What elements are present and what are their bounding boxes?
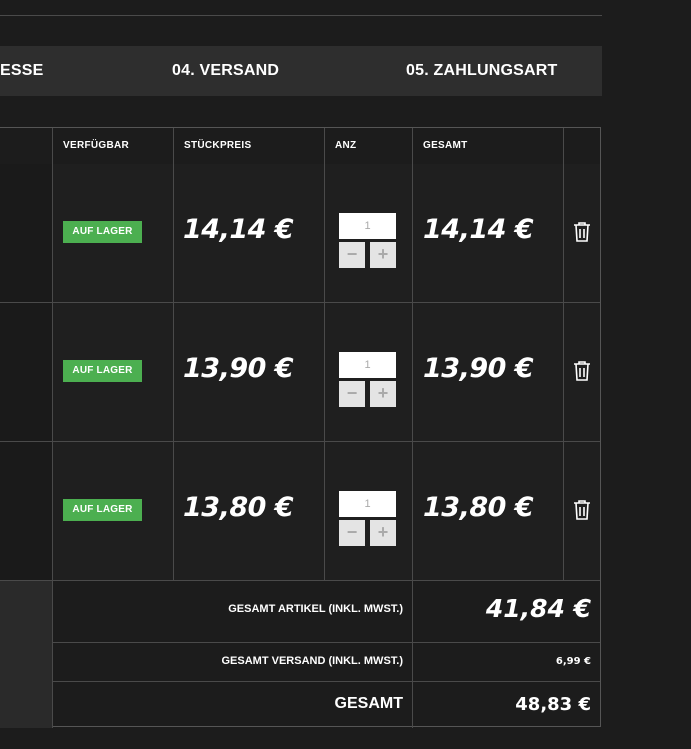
- step-address[interactable]: ESSE: [0, 62, 44, 80]
- row-divider: [0, 302, 600, 303]
- unit-price: 14,14 €: [183, 214, 294, 245]
- row-product-cell: [0, 164, 52, 302]
- col-divider: [52, 128, 53, 728]
- quantity-decrease-button[interactable]: −: [339, 520, 365, 546]
- header-unit-price: STÜCKPREIS: [184, 140, 252, 151]
- cart-table: VERFÜGBAR STÜCKPREIS ANZ GESAMT AUF LAGE…: [0, 127, 601, 728]
- trash-icon[interactable]: [572, 360, 592, 382]
- quantity-input[interactable]: 1: [339, 213, 396, 239]
- row-divider: [53, 681, 600, 682]
- header-qty: ANZ: [335, 140, 357, 151]
- quantity-decrease-button[interactable]: −: [339, 381, 365, 407]
- step-payment[interactable]: 05. ZAHLUNGSART: [406, 62, 557, 80]
- quantity-increase-button[interactable]: +: [370, 520, 396, 546]
- col-divider: [563, 128, 564, 581]
- shipping-total-label: GESAMT VERSAND (INKL. MWST.): [221, 655, 404, 667]
- header-available: VERFÜGBAR: [63, 140, 130, 151]
- quantity-decrease-button[interactable]: −: [339, 242, 365, 268]
- row-product-cell: [0, 442, 52, 580]
- grand-total-label: GESAMT: [334, 695, 403, 712]
- header-divider: [0, 15, 602, 16]
- grand-total-value: 48,83 €: [515, 694, 591, 715]
- quantity-increase-button[interactable]: +: [370, 242, 396, 268]
- in-stock-badge: AUF LAGER: [63, 499, 142, 521]
- step-shipping[interactable]: 04. VERSAND: [172, 62, 279, 80]
- row-divider: [0, 580, 600, 581]
- unit-price: 13,90 €: [183, 353, 294, 384]
- row-divider: [0, 441, 600, 442]
- right-gutter: [602, 0, 691, 749]
- col-divider: [412, 128, 413, 728]
- col-divider: [173, 128, 174, 581]
- row-product-cell: [0, 303, 52, 441]
- table-header: VERFÜGBAR STÜCKPREIS ANZ GESAMT: [0, 128, 600, 165]
- col-divider: [324, 128, 325, 581]
- quantity-input[interactable]: 1: [339, 352, 396, 378]
- quantity-input[interactable]: 1: [339, 491, 396, 517]
- trash-icon[interactable]: [572, 499, 592, 521]
- line-total: 13,90 €: [423, 353, 534, 384]
- unit-price: 13,80 €: [183, 492, 294, 523]
- header-total: GESAMT: [423, 140, 468, 151]
- summary-left-cell: [0, 581, 52, 728]
- checkout-steps: ESSE 04. VERSAND 05. ZAHLUNGSART: [0, 46, 602, 96]
- row-divider: [53, 642, 600, 643]
- line-total: 13,80 €: [423, 492, 534, 523]
- trash-icon[interactable]: [572, 221, 592, 243]
- shipping-total-value: 6,99 €: [555, 656, 591, 667]
- items-total-label: GESAMT ARTIKEL (INKL. MWST.): [228, 603, 403, 615]
- items-total-value: 41,84 €: [485, 594, 591, 623]
- in-stock-badge: AUF LAGER: [63, 221, 142, 243]
- in-stock-badge: AUF LAGER: [63, 360, 142, 382]
- line-total: 14,14 €: [423, 214, 534, 245]
- quantity-increase-button[interactable]: +: [370, 381, 396, 407]
